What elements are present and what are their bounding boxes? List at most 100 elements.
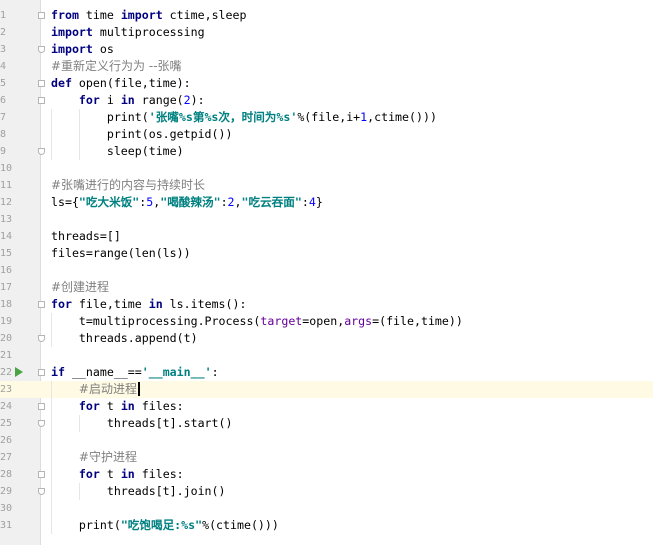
code-line[interactable]: 10 — [0, 160, 653, 177]
code-token: %(file,i+ — [297, 109, 361, 124]
code-text: #重新定义行为为 --张嘴 — [51, 58, 182, 75]
code-line[interactable]: 4 #重新定义行为为 --张嘴 — [0, 58, 653, 75]
line-number: 27 — [0, 451, 13, 463]
line-number: 11 — [0, 179, 13, 191]
code-token: os — [92, 41, 114, 56]
code-text: ls={"吃大米饭":5,"喝酸辣汤":2,"吃云吞面":4} — [51, 194, 323, 211]
code-line[interactable]: 28 for t in files: — [0, 466, 653, 483]
code-line[interactable]: 20 threads.append(t) — [0, 330, 653, 347]
code-line[interactable]: 30 — [0, 500, 653, 517]
code-text: threads.append(t) — [51, 330, 198, 347]
code-token: for — [78, 466, 100, 481]
code-line[interactable]: 11 #张嘴进行的内容与持续时长 — [0, 177, 653, 194]
code-line[interactable]: 12 ls={"吃大米饭":5,"喝酸辣汤":2,"吃云吞面":4} — [0, 194, 653, 211]
code-line[interactable]: 31 print("吃饱喝足:%s"%(ctime())) — [0, 517, 653, 534]
code-text: print('张嘴%s第%s次，时间为%s'%(file,i+1,ctime()… — [51, 109, 437, 126]
code-token: if — [51, 364, 65, 379]
code-token: '张嘴%s第%s次，时间为%s' — [148, 109, 298, 124]
code-line[interactable]: 16 — [0, 262, 653, 279]
code-line[interactable]: 24 for t in files: — [0, 398, 653, 415]
code-line[interactable]: 27 #守护进程 — [0, 449, 653, 466]
fold-start-icon[interactable] — [38, 11, 45, 19]
line-number: 17 — [0, 281, 13, 293]
code-editor[interactable]: 1 from time import ctime,sleep 2 import mul… — [0, 0, 653, 545]
fold-end-icon[interactable] — [38, 45, 45, 53]
code-line[interactable]: 3 import os — [0, 41, 653, 58]
code-line[interactable]: 6 for i in range(2): — [0, 92, 653, 109]
run-arrow-icon[interactable] — [15, 366, 23, 377]
fold-end-icon[interactable] — [38, 334, 45, 342]
code-line[interactable]: 9 sleep(time) — [0, 143, 653, 160]
line-number: 31 — [0, 519, 13, 531]
code-token: in — [120, 466, 135, 481]
fold-end-icon[interactable] — [38, 487, 45, 495]
code-line[interactable]: 1 from time import ctime,sleep — [0, 7, 653, 24]
code-line[interactable]: 23 #启动进程 — [0, 380, 653, 398]
code-line[interactable]: 7 print('张嘴%s第%s次，时间为%s'%(file,i+1,ctime… — [0, 109, 653, 126]
code-line[interactable]: 2 import multiprocessing — [0, 24, 653, 41]
fold-start-icon[interactable] — [38, 368, 45, 376]
code-token: for — [51, 296, 72, 311]
code-line[interactable]: 17 #创建进程 — [0, 279, 653, 296]
line-number: 29 — [0, 485, 13, 497]
code-line[interactable]: 15 files=range(len(ls)) — [0, 245, 653, 262]
code-token: "喝酸辣汤" — [160, 194, 221, 209]
fold-end-icon[interactable] — [38, 147, 45, 155]
code-token: '__main__' — [141, 364, 212, 379]
code-token: for — [78, 92, 100, 107]
fold-start-icon[interactable] — [38, 470, 45, 478]
indent-guide — [51, 380, 52, 534]
text-cursor — [137, 381, 140, 396]
fold-start-icon[interactable] — [38, 96, 45, 104]
line-number: 3 — [0, 43, 7, 55]
code-token: #张嘴进行的内容与持续时长 — [51, 177, 206, 192]
code-token: files: — [134, 398, 184, 413]
fold-start-icon[interactable] — [38, 79, 45, 87]
code-line[interactable]: 25 threads[t].start() — [0, 415, 653, 432]
code-token: from — [51, 7, 79, 22]
code-text: #启动进程 — [51, 381, 140, 398]
code-token: import — [51, 24, 93, 39]
code-token: 2 — [183, 92, 191, 107]
fold-end-icon[interactable] — [38, 419, 45, 427]
indent-guide — [79, 482, 80, 500]
code-token: import — [120, 7, 163, 22]
line-number: 24 — [0, 400, 13, 412]
code-line[interactable]: 14 threads=[] — [0, 228, 653, 245]
line-number: 4 — [0, 60, 7, 72]
code-line[interactable]: 13 — [0, 211, 653, 228]
fold-start-icon[interactable] — [38, 402, 45, 410]
code-text: threads[t].join() — [51, 483, 226, 500]
code-line[interactable]: 18 for file,time in ls.items(): — [0, 296, 653, 313]
code-line[interactable]: 8 print(os.getpid()) — [0, 126, 653, 143]
code-text: for file,time in ls.items(): — [51, 296, 246, 313]
line-number: 7 — [0, 111, 7, 123]
code-text: print("吃饱喝足:%s"%(ctime())) — [51, 517, 279, 534]
code-line[interactable]: 19 t=multiprocessing.Process(target=open… — [0, 313, 653, 330]
indent-guide — [79, 108, 80, 160]
code-token: args — [344, 313, 373, 328]
fold-start-icon[interactable] — [38, 300, 45, 308]
line-number: 28 — [0, 468, 13, 480]
code-text: from time import ctime,sleep — [51, 7, 246, 24]
code-token: __name__== — [64, 364, 142, 379]
line-number: 5 — [0, 77, 7, 89]
code-token: "吃云吞面" — [241, 194, 302, 209]
code-line[interactable]: 26 — [0, 432, 653, 449]
code-token: in — [148, 296, 163, 311]
code-line[interactable]: 22 if __name__=='__main__': — [0, 364, 653, 381]
code-token: sleep(time) — [51, 143, 184, 158]
code-token: def — [51, 75, 72, 90]
line-number: 9 — [0, 145, 7, 157]
code-token: : — [211, 364, 219, 379]
code-token: range( — [134, 92, 184, 107]
code-line[interactable]: 29 threads[t].join() — [0, 483, 653, 500]
code-line[interactable]: 5 def open(file,time): — [0, 75, 653, 92]
code-token: } — [315, 194, 323, 209]
line-number: 1 — [0, 9, 7, 21]
line-number: 16 — [0, 264, 13, 276]
code-token: "吃饱喝足:%s" — [120, 517, 203, 532]
code-line[interactable]: 21 — [0, 347, 653, 364]
